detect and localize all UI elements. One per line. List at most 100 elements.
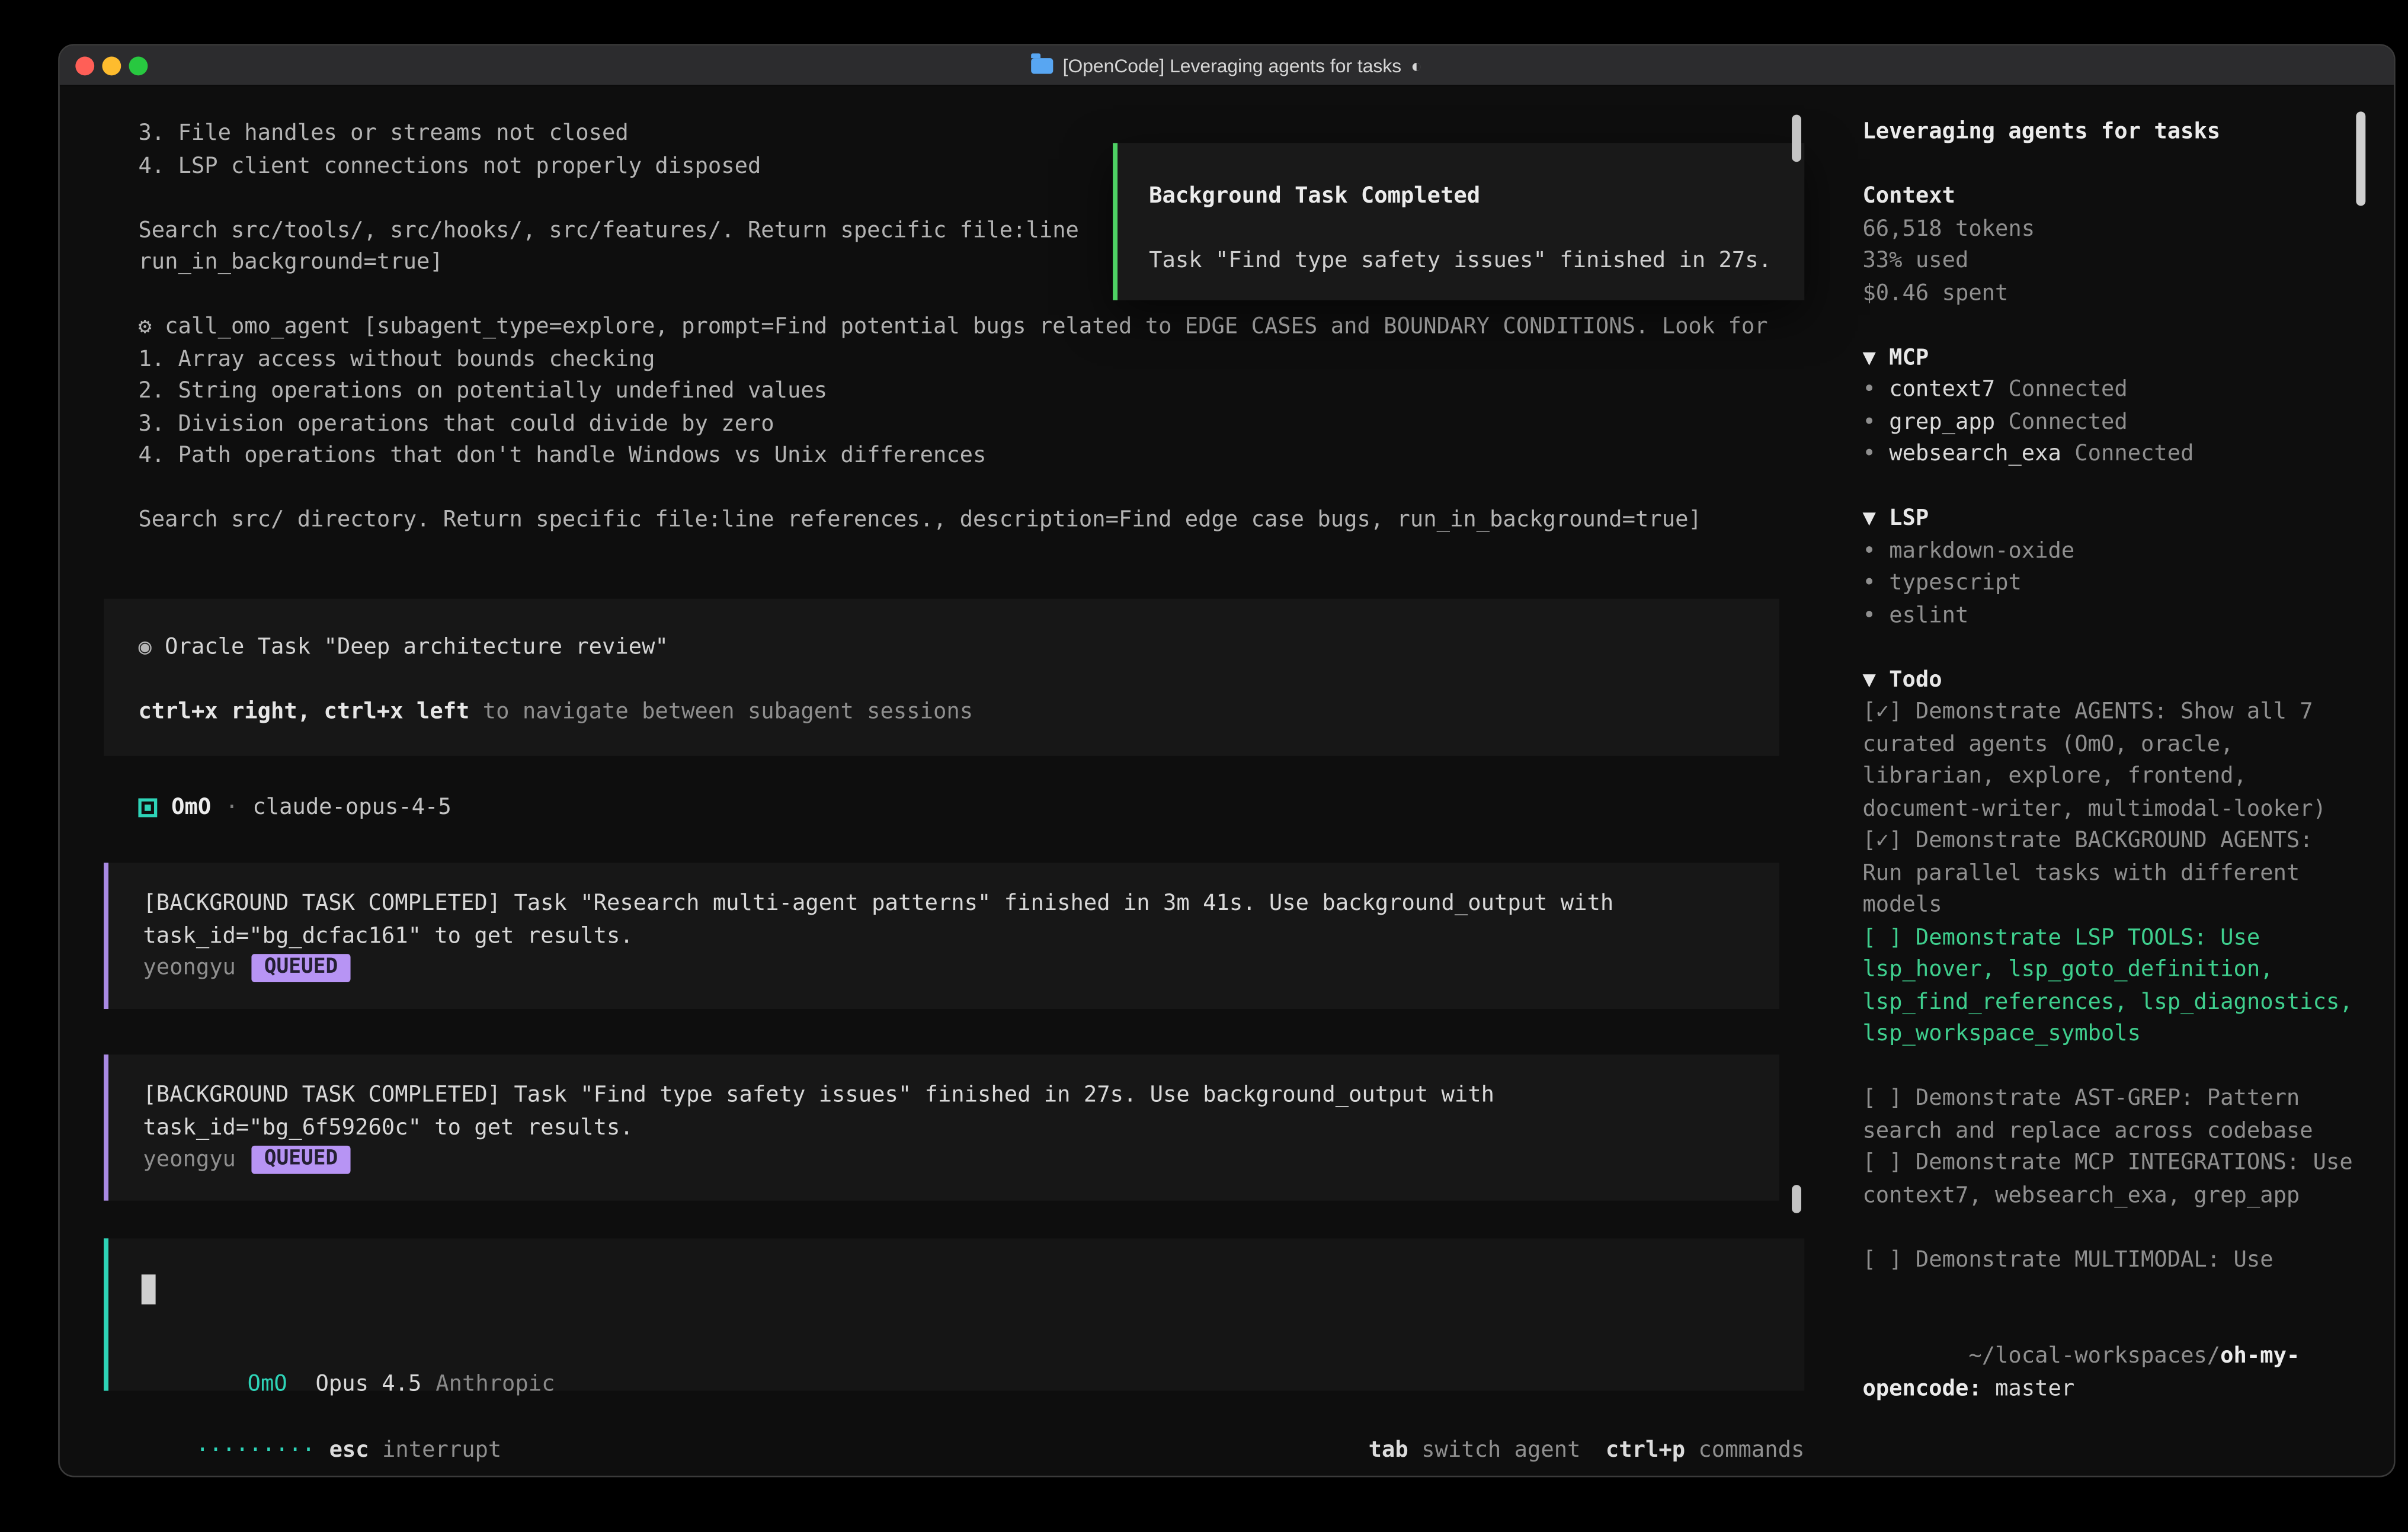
main-scrollbar-thumb-top[interactable] bbox=[1792, 115, 1801, 162]
message-meta: yeongyu QUEUED bbox=[143, 953, 1779, 985]
mcp-status: Connected bbox=[2008, 409, 2127, 434]
context-stat-line: 66,518 tokens bbox=[1862, 213, 2359, 245]
main-scrollbar-thumb-bottom[interactable] bbox=[1792, 1185, 1801, 1213]
workspace-dir: ~/local-workspaces/ bbox=[1968, 1344, 2220, 1368]
todo-item: [ ] Demonstrate MULTIMODAL: Use bbox=[1862, 1244, 2359, 1276]
lsp-item: • typescript bbox=[1862, 568, 2359, 600]
session-status-icon: ◐ bbox=[1411, 55, 1422, 76]
bullet-icon: • bbox=[1862, 539, 1875, 563]
background-task-message: [BACKGROUND TASK COMPLETED] Task "Find t… bbox=[104, 1055, 1779, 1201]
lsp-name: typescript bbox=[1889, 571, 2022, 595]
notification-body: Task "Find type safety issues" finished … bbox=[1149, 245, 1804, 277]
input-agent-name: OmO bbox=[248, 1372, 287, 1397]
agent-separator: · bbox=[225, 796, 238, 821]
context-stat-line: $0.46 spent bbox=[1862, 277, 2359, 309]
tab-key-hint: tab bbox=[1369, 1437, 1408, 1462]
queued-badge: QUEUED bbox=[251, 1146, 350, 1174]
todo-header[interactable]: ▼ Todo bbox=[1862, 664, 2359, 696]
todo-list: [✓] Demonstrate AGENTS: Show all 7 curat… bbox=[1862, 696, 2359, 1276]
context-stats: 66,518 tokens33% used$0.46 spent bbox=[1862, 213, 2359, 309]
queued-badge: QUEUED bbox=[251, 954, 350, 983]
message-line-2: task_id="bg_6f59260c" to get results. bbox=[143, 1112, 1779, 1144]
mcp-item: • websearch_exa Connected bbox=[1862, 438, 2359, 470]
bullet-icon: • bbox=[1862, 377, 1875, 402]
message-line-1: [BACKGROUND TASK COMPLETED] Task "Find t… bbox=[143, 1079, 1779, 1111]
lsp-item: • markdown-oxide bbox=[1862, 535, 2359, 567]
log-line: ⚙ call_omo_agent [subagent_type=explore,… bbox=[138, 311, 1767, 343]
minimize-button[interactable] bbox=[102, 56, 121, 75]
notification-title: Background Task Completed bbox=[1149, 181, 1804, 213]
message-meta: yeongyu QUEUED bbox=[143, 1144, 1779, 1176]
background-task-message: [BACKGROUND TASK COMPLETED] Task "Resear… bbox=[104, 863, 1779, 1009]
agent-square-icon bbox=[138, 799, 157, 818]
mcp-name: grep_app bbox=[1889, 409, 1995, 434]
prompt-input[interactable]: OmOOpus 4.5Anthropic bbox=[104, 1238, 1804, 1390]
message-line-2: task_id="bg_dcfac161" to get results. bbox=[143, 920, 1779, 952]
bullet-icon: • bbox=[1862, 571, 1875, 595]
agent-name: OmO bbox=[171, 796, 211, 821]
bullet-icon: • bbox=[1862, 602, 1875, 627]
input-model-name: Opus 4.5 bbox=[315, 1372, 421, 1397]
window-titlebar[interactable]: [OpenCode] Leveraging agents for tasks ◐ bbox=[60, 46, 2394, 86]
log-line: Search src/ directory. Return specific f… bbox=[138, 505, 1767, 537]
lsp-name: markdown-oxide bbox=[1889, 539, 2074, 563]
message-author: yeongyu bbox=[143, 956, 236, 981]
traffic-lights bbox=[75, 56, 148, 75]
message-line-1: [BACKGROUND TASK COMPLETED] Task "Resear… bbox=[143, 888, 1779, 920]
todo-item: [ ] Demonstrate LSP TOOLS: Use lsp_hover… bbox=[1862, 922, 2359, 1051]
log-line: 1. Array access without bounds checking bbox=[138, 344, 1767, 376]
close-button[interactable] bbox=[75, 56, 94, 75]
oracle-task-title: ◉ Oracle Task "Deep architecture review" bbox=[138, 632, 1779, 664]
mcp-item: • grep_app Connected bbox=[1862, 406, 2359, 438]
status-bar-left: ·········esc interrupt bbox=[116, 1402, 501, 1434]
spinner-dots: ········· bbox=[196, 1437, 315, 1462]
todo-item: [✓] Demonstrate BACKGROUND AGENTS: Run p… bbox=[1862, 825, 2359, 922]
mcp-status: Connected bbox=[2008, 377, 2127, 402]
background-task-notification[interactable]: Background Task Completed Task "Find typ… bbox=[1113, 143, 1804, 300]
mcp-name: context7 bbox=[1889, 377, 1995, 402]
workspace-branch: master bbox=[1995, 1376, 2074, 1400]
zoom-button[interactable] bbox=[129, 56, 148, 75]
agent-model: claude-opus-4-5 bbox=[252, 796, 451, 821]
oracle-navigation-hint: ctrl+x right, ctrl+x left to navigate be… bbox=[138, 696, 1779, 728]
oracle-task-panel: ◉ Oracle Task "Deep architecture review"… bbox=[104, 599, 1779, 756]
bullet-icon: • bbox=[1862, 441, 1875, 466]
todo-item: [✓] Demonstrate AGENTS: Show all 7 curat… bbox=[1862, 696, 2359, 825]
lsp-item: • eslint bbox=[1862, 600, 2359, 632]
mcp-list: • context7 Connected • grep_app Connecte… bbox=[1862, 374, 2359, 470]
session-sidebar: Leveraging agents for tasks Context 66,5… bbox=[1862, 116, 2359, 1477]
lsp-header[interactable]: ▼ LSP bbox=[1862, 503, 2359, 535]
mcp-name: websearch_exa bbox=[1889, 441, 2061, 466]
bullet-icon: • bbox=[1862, 409, 1875, 434]
screen: [OpenCode] Leveraging agents for tasks ◐… bbox=[0, 0, 2408, 1532]
ctrlp-key-hint: ctrl+p bbox=[1606, 1437, 1685, 1462]
sidebar-scrollbar-thumb[interactable] bbox=[2356, 111, 2365, 206]
log-line: 2. String operations on potentially unde… bbox=[138, 376, 1767, 408]
mcp-header[interactable]: ▼ MCP bbox=[1862, 342, 2359, 374]
ctrlp-key-label: commands bbox=[1685, 1437, 1804, 1462]
todo-item: [ ] Demonstrate MCP INTEGRATIONS: Use co… bbox=[1862, 1147, 2359, 1212]
input-meta: OmOOpus 4.5Anthropic bbox=[142, 1337, 555, 1368]
esc-key-hint: esc bbox=[329, 1437, 369, 1462]
context-stat-line: 33% used bbox=[1862, 245, 2359, 277]
window-title: [OpenCode] Leveraging agents for tasks bbox=[1063, 55, 1402, 76]
esc-key-label: interrupt bbox=[369, 1437, 502, 1462]
status-bar-right: tab switch agentctrl+p commands bbox=[1289, 1402, 1805, 1434]
mcp-status: Connected bbox=[2074, 441, 2194, 466]
session-title: Leveraging agents for tasks bbox=[1862, 116, 2359, 148]
oracle-icon: ◉ bbox=[138, 635, 151, 660]
log-line: 4. Path operations that don't handle Win… bbox=[138, 440, 1767, 472]
input-provider-name: Anthropic bbox=[436, 1372, 555, 1397]
lsp-name: eslint bbox=[1889, 602, 1968, 627]
log-line bbox=[138, 472, 1767, 504]
folder-icon bbox=[1032, 57, 1054, 73]
oracle-hint-keys: ctrl+x right, ctrl+x left bbox=[138, 699, 469, 724]
lsp-list: • markdown-oxide • typescript • eslint bbox=[1862, 535, 2359, 632]
opencode-version: • OpenCode 1.0.163 bbox=[1862, 1469, 2359, 1477]
workspace-path: ~/local-workspaces/oh-my-opencode: maste… bbox=[1862, 1308, 2359, 1437]
todo-item: [ ] Demonstrate AST-GREP: Pattern search… bbox=[1862, 1083, 2359, 1148]
opencode-terminal-window: [OpenCode] Leveraging agents for tasks ◐… bbox=[58, 44, 2396, 1477]
log-line: 3. Division operations that could divide… bbox=[138, 408, 1767, 440]
message-author: yeongyu bbox=[143, 1148, 236, 1172]
text-cursor bbox=[142, 1274, 156, 1304]
